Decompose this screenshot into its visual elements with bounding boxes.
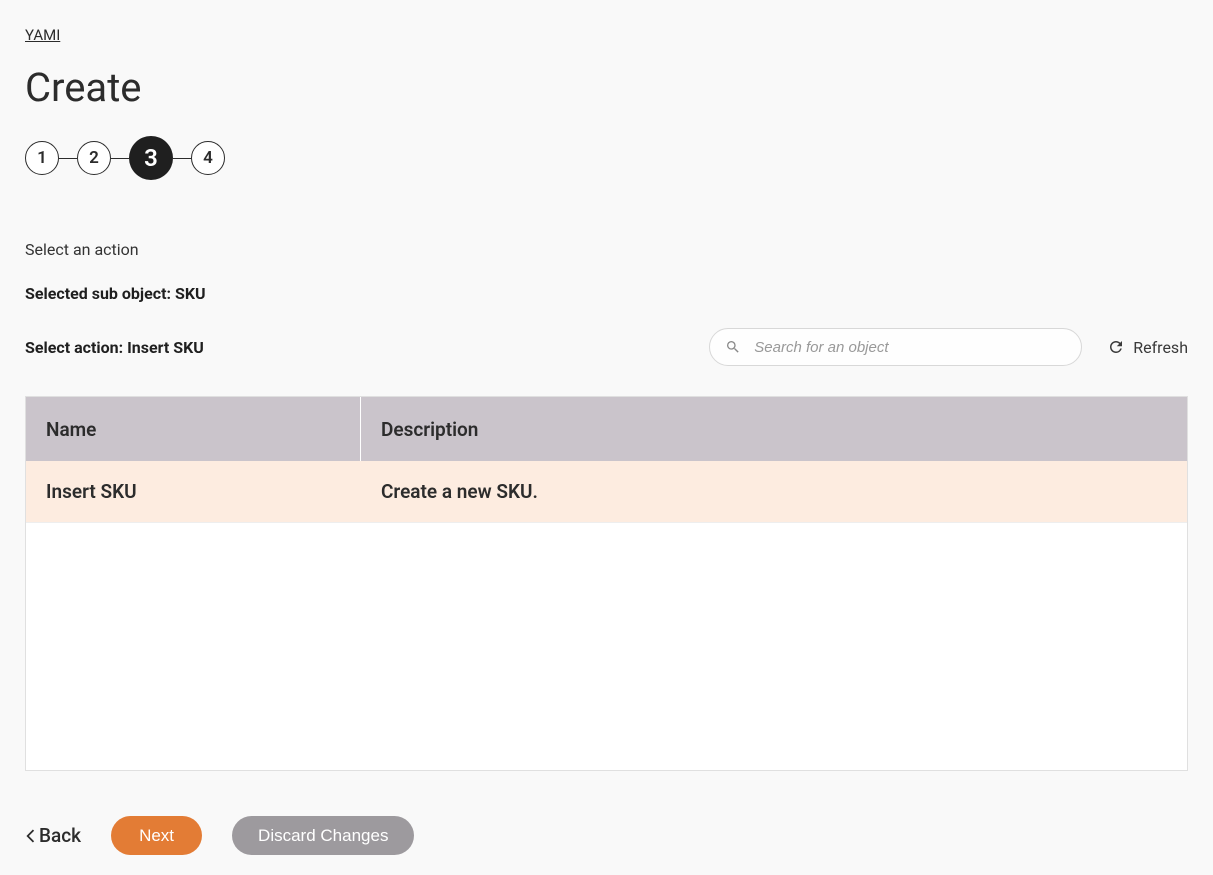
page-title: Create bbox=[25, 64, 1188, 111]
back-label: Back bbox=[39, 824, 81, 847]
column-header-description: Description bbox=[361, 418, 1187, 441]
search-box bbox=[709, 328, 1082, 366]
chevron-left-icon bbox=[25, 829, 35, 843]
step-2[interactable]: 2 bbox=[77, 141, 111, 175]
search-input[interactable] bbox=[709, 328, 1082, 366]
step-3[interactable]: 3 bbox=[129, 136, 173, 180]
search-icon bbox=[725, 339, 741, 355]
breadcrumb-home-link[interactable]: YAMI bbox=[25, 26, 60, 44]
step-4[interactable]: 4 bbox=[191, 141, 225, 175]
column-header-name: Name bbox=[26, 397, 361, 461]
wizard-stepper: 1 2 3 4 bbox=[25, 136, 1188, 180]
discard-changes-button[interactable]: Discard Changes bbox=[232, 816, 414, 855]
table-row[interactable]: Insert SKU Create a new SKU. bbox=[26, 461, 1187, 523]
refresh-icon bbox=[1107, 338, 1125, 356]
footer-actions: Back Next Discard Changes bbox=[25, 816, 1188, 855]
back-button[interactable]: Back bbox=[25, 824, 81, 847]
refresh-button[interactable]: Refresh bbox=[1107, 338, 1188, 357]
step-connector bbox=[111, 158, 129, 159]
action-table: Name Description Insert SKU Create a new… bbox=[25, 396, 1188, 771]
selected-action-label: Select action: Insert SKU bbox=[25, 338, 204, 357]
next-button[interactable]: Next bbox=[111, 816, 202, 855]
selected-sub-object-label: Selected sub object: SKU bbox=[25, 284, 1188, 303]
cell-name: Insert SKU bbox=[26, 480, 361, 503]
step-connector bbox=[173, 158, 191, 159]
instruction-text: Select an action bbox=[25, 240, 1188, 259]
cell-description: Create a new SKU. bbox=[361, 480, 1187, 503]
refresh-label: Refresh bbox=[1133, 338, 1188, 357]
table-header: Name Description bbox=[26, 397, 1187, 461]
step-connector bbox=[59, 158, 77, 159]
step-1[interactable]: 1 bbox=[25, 141, 59, 175]
